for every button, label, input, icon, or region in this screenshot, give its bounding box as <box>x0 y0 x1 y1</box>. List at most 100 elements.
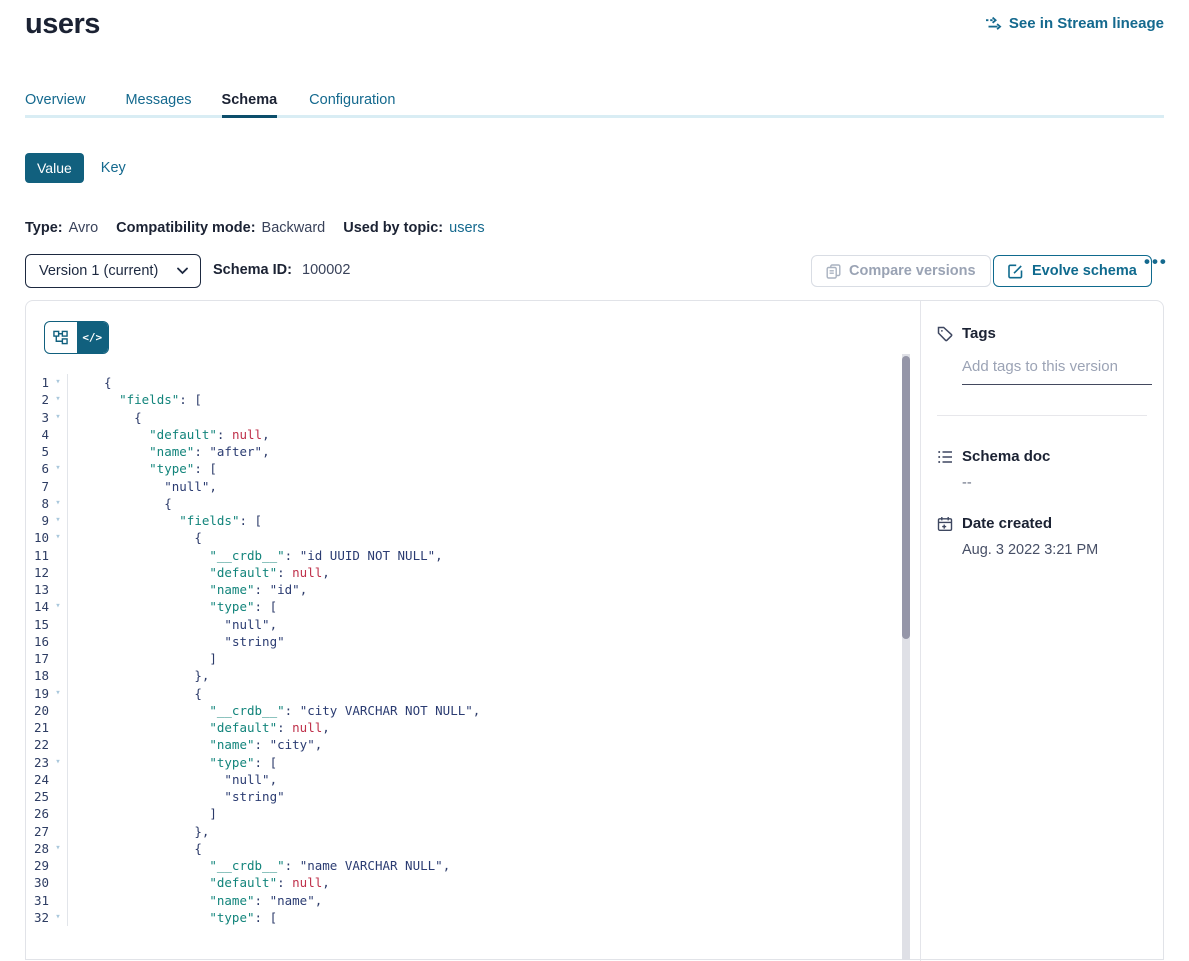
code-line-content: "__crdb__": "name VARCHAR NULL", <box>68 857 450 874</box>
fold-toggle-icon[interactable]: ▾ <box>49 495 67 512</box>
fold-spacer <box>49 805 67 822</box>
line-number: 27 <box>26 823 49 840</box>
tags-input[interactable] <box>962 358 1152 385</box>
fold-spacer <box>49 581 67 598</box>
code-line-content: "name": "name", <box>68 892 322 909</box>
code-editor[interactable]: 1▾{2▾ "fields": [3▾ {4 "default": null,5… <box>26 374 902 926</box>
schema-id: Schema ID: 100002 <box>213 262 350 278</box>
doc-list-icon <box>937 449 953 465</box>
key-toggle-button[interactable]: Key <box>101 160 126 176</box>
fold-spacer <box>49 667 67 684</box>
fold-spacer <box>49 857 67 874</box>
code-line: 13 "name": "id", <box>26 581 902 598</box>
tab-schema[interactable]: Schema <box>222 92 278 118</box>
sidebar-divider <box>937 415 1147 416</box>
editor-scrollbar-thumb[interactable] <box>902 356 910 639</box>
line-number: 13 <box>26 581 49 598</box>
line-number: 29 <box>26 857 49 874</box>
fold-spacer <box>49 736 67 753</box>
fold-spacer <box>49 788 67 805</box>
used-by-topic-label: Used by topic: <box>343 220 443 236</box>
value-toggle-button[interactable]: Value <box>25 153 84 183</box>
code-line: 15 "null", <box>26 616 902 633</box>
fold-toggle-icon[interactable]: ▾ <box>49 409 67 426</box>
compare-versions-button[interactable]: Compare versions <box>811 255 991 287</box>
schema-panel: </> 1▾{2▾ "fields": [3▾ {4 "default": nu… <box>25 300 1164 960</box>
fold-spacer <box>49 874 67 891</box>
fold-toggle-icon[interactable]: ▾ <box>49 529 67 546</box>
tree-view-button[interactable] <box>45 322 77 353</box>
line-number: 2 <box>26 391 49 408</box>
code-line-content: "__crdb__": "city VARCHAR NOT NULL", <box>68 702 480 719</box>
fold-spacer <box>49 650 67 667</box>
chevron-down-icon <box>177 267 188 275</box>
code-line-content: "fields": [ <box>68 512 262 529</box>
code-line-content: { <box>68 840 202 857</box>
fold-spacer <box>49 478 67 495</box>
code-line: 9▾ "fields": [ <box>26 512 902 529</box>
topic-link[interactable]: users <box>449 220 484 236</box>
fold-toggle-icon[interactable]: ▾ <box>49 598 67 615</box>
line-number: 31 <box>26 892 49 909</box>
code-line: 1▾{ <box>26 374 902 391</box>
code-line-content: "type": [ <box>68 754 277 771</box>
more-options-button[interactable]: ••• <box>1144 252 1168 272</box>
fold-toggle-icon[interactable]: ▾ <box>49 685 67 702</box>
line-number: 6 <box>26 460 49 477</box>
tags-title: Tags <box>962 325 996 342</box>
fold-toggle-icon[interactable]: ▾ <box>49 374 67 391</box>
line-number: 19 <box>26 685 49 702</box>
code-line: 7 "null", <box>26 478 902 495</box>
code-line-content: "default": null, <box>68 564 330 581</box>
fold-toggle-icon[interactable]: ▾ <box>49 460 67 477</box>
fold-spacer <box>49 892 67 909</box>
code-line-content: { <box>68 374 112 391</box>
line-number: 26 <box>26 805 49 822</box>
fold-toggle-icon[interactable]: ▾ <box>49 391 67 408</box>
code-line: 8▾ { <box>26 495 902 512</box>
code-line: 12 "default": null, <box>26 564 902 581</box>
line-number: 22 <box>26 736 49 753</box>
stream-lineage-label: See in Stream lineage <box>1009 15 1164 32</box>
fold-spacer <box>49 616 67 633</box>
code-line: 19▾ { <box>26 685 902 702</box>
tab-label: Configuration <box>309 92 395 108</box>
code-view-button[interactable]: </> <box>77 322 109 353</box>
code-line-content: "default": null, <box>68 426 270 443</box>
line-number: 14 <box>26 598 49 615</box>
schema-doc-title: Schema doc <box>962 448 1050 465</box>
version-select[interactable]: Version 1 (current) <box>25 254 201 288</box>
line-number: 28 <box>26 840 49 857</box>
fold-toggle-icon[interactable]: ▾ <box>49 840 67 857</box>
code-line: 24 "null", <box>26 771 902 788</box>
code-line: 18 }, <box>26 667 902 684</box>
line-number: 20 <box>26 702 49 719</box>
fold-toggle-icon[interactable]: ▾ <box>49 909 67 926</box>
code-line-content: "name": "id", <box>68 581 307 598</box>
line-number: 8 <box>26 495 49 512</box>
type-label: Type: <box>25 220 63 236</box>
fold-toggle-icon[interactable]: ▾ <box>49 512 67 529</box>
line-number: 12 <box>26 564 49 581</box>
code-line: 21 "default": null, <box>26 719 902 736</box>
stream-lineage-link[interactable]: See in Stream lineage <box>985 15 1164 32</box>
code-line-content: }, <box>68 667 209 684</box>
fold-spacer <box>49 443 67 460</box>
fold-toggle-icon[interactable]: ▾ <box>49 754 67 771</box>
schema-sidebar: Tags Schema doc -- Date created Aug. 3 2… <box>920 301 1163 961</box>
schema-meta-row: Type: Avro Compatibility mode: Backward … <box>25 220 485 236</box>
fold-spacer <box>49 547 67 564</box>
line-number: 5 <box>26 443 49 460</box>
line-number: 30 <box>26 874 49 891</box>
type-value: Avro <box>69 220 99 236</box>
compatibility-label: Compatibility mode: <box>116 220 255 236</box>
evolve-schema-button[interactable]: Evolve schema <box>993 255 1152 287</box>
stream-lineage-icon <box>985 16 1002 31</box>
line-number: 23 <box>26 754 49 771</box>
editor-scrollbar[interactable] <box>902 354 910 960</box>
schema-id-label: Schema ID: <box>213 262 292 278</box>
code-line: 32▾ "type": [ <box>26 909 902 926</box>
compare-versions-icon <box>826 264 841 279</box>
code-line: 4 "default": null, <box>26 426 902 443</box>
fold-spacer <box>49 426 67 443</box>
